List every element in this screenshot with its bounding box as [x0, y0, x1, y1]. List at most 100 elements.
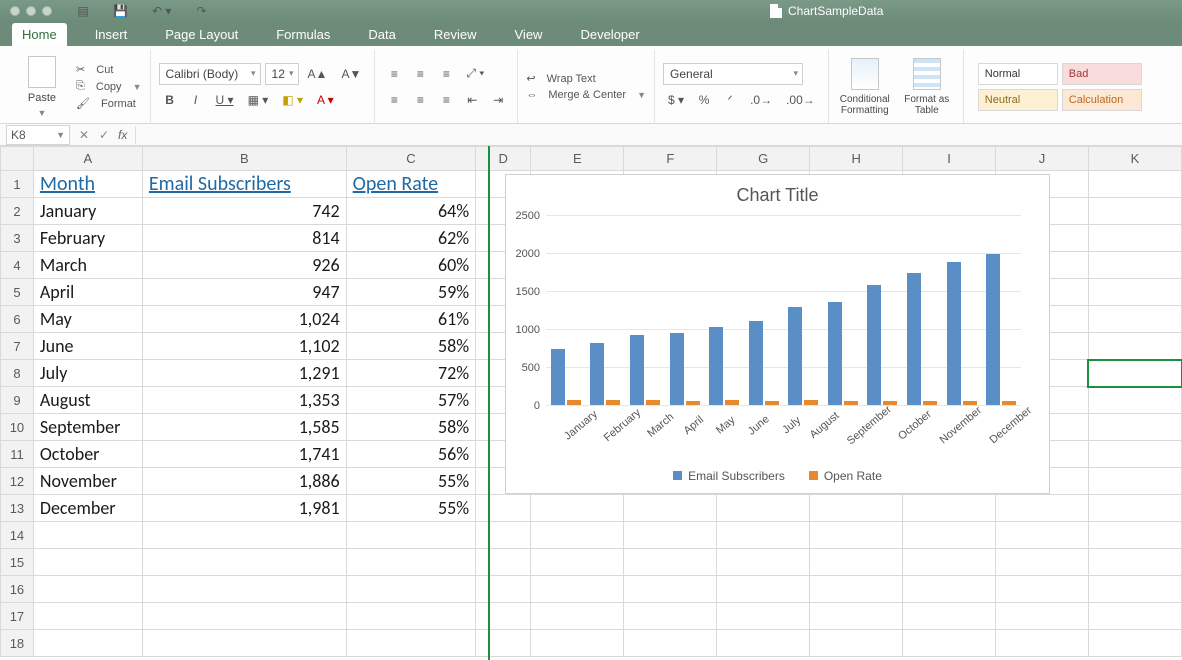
minimize-icon[interactable]	[26, 6, 36, 16]
align-right-button[interactable]: ≡	[435, 89, 457, 111]
bar-openrate-October[interactable]	[923, 401, 937, 405]
column-header-C[interactable]: C	[346, 147, 475, 171]
cell-J15[interactable]	[996, 549, 1089, 576]
cell-C6[interactable]: 61%	[346, 306, 475, 333]
cell-H14[interactable]	[810, 522, 903, 549]
row-header-4[interactable]: 4	[1, 252, 34, 279]
border-button[interactable]: ▦ ▾	[243, 89, 274, 111]
cell-C15[interactable]	[346, 549, 475, 576]
cell-H18[interactable]	[810, 630, 903, 657]
cell-C11[interactable]: 56%	[346, 441, 475, 468]
save-button[interactable]: 💾	[108, 0, 133, 22]
cell-K9[interactable]	[1088, 387, 1181, 414]
decrease-font-button[interactable]: A▼	[336, 63, 366, 85]
cell-I14[interactable]	[903, 522, 996, 549]
cell-C16[interactable]	[346, 576, 475, 603]
cell-C8[interactable]: 72%	[346, 360, 475, 387]
cell-J17[interactable]	[996, 603, 1089, 630]
legend-series-1[interactable]: Email Subscribers	[673, 469, 785, 483]
font-size-select[interactable]: 12	[265, 63, 299, 85]
cell-D13[interactable]	[476, 495, 531, 522]
cell-A6[interactable]: May	[33, 306, 142, 333]
row-header-6[interactable]: 6	[1, 306, 34, 333]
close-icon[interactable]	[10, 6, 20, 16]
row-header-1[interactable]: 1	[1, 171, 34, 198]
cell-K18[interactable]	[1088, 630, 1181, 657]
save-icon[interactable]: ▤	[72, 0, 94, 22]
cell-C4[interactable]: 60%	[346, 252, 475, 279]
cell-G13[interactable]	[717, 495, 810, 522]
increase-decimal-button[interactable]: .0→	[745, 89, 777, 111]
cell-E13[interactable]	[531, 495, 624, 522]
cell-A7[interactable]: June	[33, 333, 142, 360]
tab-view[interactable]: View	[505, 23, 553, 46]
font-family-select[interactable]: Calibri (Body)	[159, 63, 261, 85]
row-header-14[interactable]: 14	[1, 522, 34, 549]
column-header-D[interactable]: D	[476, 147, 531, 171]
cell-I16[interactable]	[903, 576, 996, 603]
cell-A17[interactable]	[33, 603, 142, 630]
cell-I18[interactable]	[903, 630, 996, 657]
align-top-button[interactable]: ≡	[383, 63, 405, 85]
decrease-indent-button[interactable]: ⇤	[461, 89, 483, 111]
cell-A13[interactable]: December	[33, 495, 142, 522]
orientation-button[interactable]: ⤢ ▾	[461, 63, 489, 85]
cell-B5[interactable]: 947	[142, 279, 346, 306]
currency-button[interactable]: $ ▾	[663, 89, 689, 111]
cell-A12[interactable]: November	[33, 468, 142, 495]
comma-button[interactable]: ᐟ	[719, 89, 741, 111]
paste-button[interactable]: Paste ▼	[14, 54, 70, 120]
tab-insert[interactable]: Insert	[85, 23, 138, 46]
cell-J16[interactable]	[996, 576, 1089, 603]
cell-C7[interactable]: 58%	[346, 333, 475, 360]
column-header-K[interactable]: K	[1088, 147, 1181, 171]
cell-C5[interactable]: 59%	[346, 279, 475, 306]
chart-title[interactable]: Chart Title	[506, 175, 1049, 210]
cell-E14[interactable]	[531, 522, 624, 549]
cell-C17[interactable]	[346, 603, 475, 630]
cell-K13[interactable]	[1088, 495, 1181, 522]
cell-I15[interactable]	[903, 549, 996, 576]
italic-button[interactable]: I	[185, 89, 207, 111]
column-header-J[interactable]: J	[996, 147, 1089, 171]
column-header-H[interactable]: H	[810, 147, 903, 171]
cell-A10[interactable]: September	[33, 414, 142, 441]
cell-A9[interactable]: August	[33, 387, 142, 414]
cell-J13[interactable]	[996, 495, 1089, 522]
cell-F13[interactable]	[624, 495, 717, 522]
cell-J14[interactable]	[996, 522, 1089, 549]
row-header-12[interactable]: 12	[1, 468, 34, 495]
cell-B7[interactable]: 1,102	[142, 333, 346, 360]
column-header-E[interactable]: E	[531, 147, 624, 171]
cell-K5[interactable]	[1088, 279, 1181, 306]
increase-font-button[interactable]: A▲	[303, 63, 333, 85]
cell-F16[interactable]	[624, 576, 717, 603]
row-header-9[interactable]: 9	[1, 387, 34, 414]
conditional-formatting-button[interactable]: Conditional Formatting	[837, 54, 893, 120]
cell-F15[interactable]	[624, 549, 717, 576]
cell-B9[interactable]: 1,353	[142, 387, 346, 414]
cell-K10[interactable]	[1088, 414, 1181, 441]
cell-B18[interactable]	[142, 630, 346, 657]
cell-A16[interactable]	[33, 576, 142, 603]
cell-D18[interactable]	[476, 630, 531, 657]
wrap-text-button[interactable]: ↩ Wrap Text	[526, 72, 646, 85]
style-calculation[interactable]: Calculation	[1062, 89, 1142, 111]
percent-button[interactable]: %	[693, 89, 715, 111]
bar-subscribers-December[interactable]	[986, 254, 1000, 405]
redo-button[interactable]: ↷	[190, 0, 212, 22]
cell-K7[interactable]	[1088, 333, 1181, 360]
cell-B4[interactable]: 926	[142, 252, 346, 279]
bar-subscribers-June[interactable]	[749, 321, 763, 405]
cell-B14[interactable]	[142, 522, 346, 549]
cell-G14[interactable]	[717, 522, 810, 549]
cell-G17[interactable]	[717, 603, 810, 630]
cell-C2[interactable]: 64%	[346, 198, 475, 225]
cancel-formula-button[interactable]: ✕	[74, 128, 94, 142]
bar-subscribers-August[interactable]	[828, 302, 842, 405]
zoom-icon[interactable]	[42, 6, 52, 16]
row-header-16[interactable]: 16	[1, 576, 34, 603]
cell-K16[interactable]	[1088, 576, 1181, 603]
cell-B8[interactable]: 1,291	[142, 360, 346, 387]
cell-K12[interactable]	[1088, 468, 1181, 495]
